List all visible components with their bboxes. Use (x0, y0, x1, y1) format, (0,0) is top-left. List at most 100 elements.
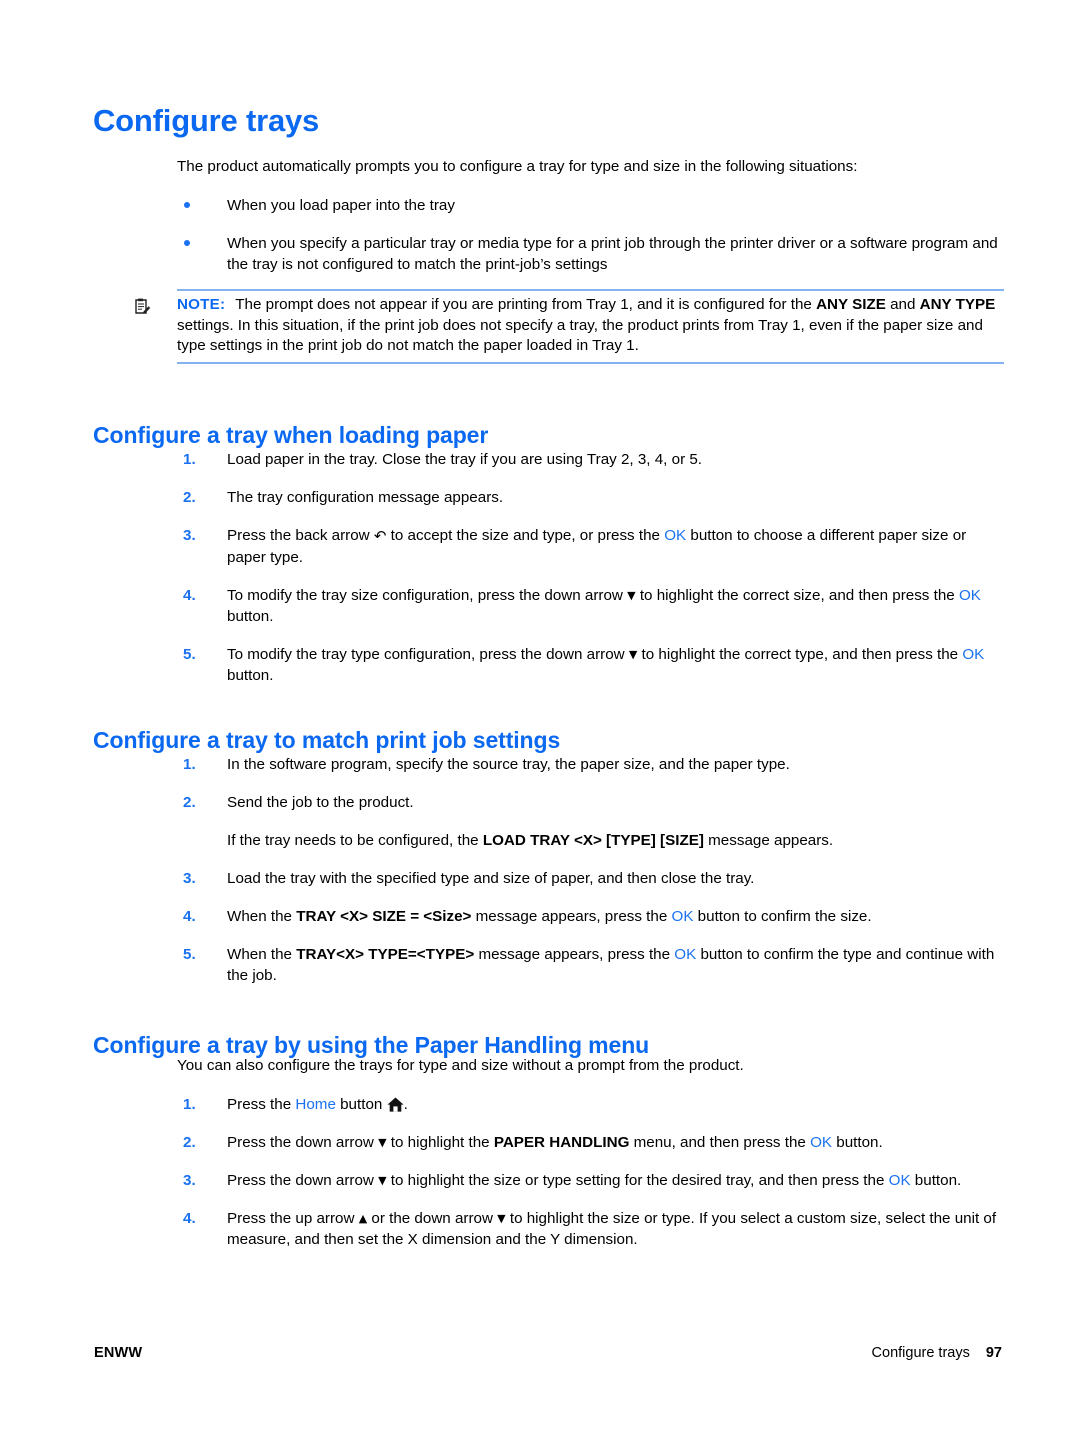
text-run: button (335, 1096, 387, 1113)
control-label-ok: OK (962, 646, 985, 663)
emphasis-text: TRAY<X> TYPE=<TYPE> (296, 946, 475, 963)
list-item: 4. To modify the tray size configuration,… (177, 585, 1004, 627)
control-label-ok: OK (664, 527, 687, 544)
bullet-dot-icon (184, 201, 190, 208)
text-run: to highlight the correct size, and then … (635, 587, 959, 604)
text-run: to highlight the size or type setting fo… (386, 1172, 889, 1189)
text-run: button. (227, 608, 274, 625)
text-run: Press the up arrow (227, 1210, 359, 1227)
note-callout: NOTE: The prompt does not appear if you a… (135, 289, 1004, 364)
note-rule-bottom (177, 361, 1004, 364)
list-item-number: 4. (183, 1210, 196, 1227)
control-label-home: Home (295, 1096, 336, 1113)
text-run: Press the down arrow (227, 1172, 379, 1189)
down-arrow-icon: ▼ (627, 589, 636, 602)
text-run: message appears. (703, 832, 834, 849)
list-item: 1. Load paper in the tray. Close the tray… (177, 449, 1004, 470)
list-item-number: 4. (183, 908, 196, 925)
list-item: 5. To modify the tray type configuration,… (177, 644, 1004, 686)
list-item-number: 3. (183, 527, 196, 544)
text-run: Load paper in the tray. Close the tray i… (227, 451, 703, 468)
list-item-number: 1. (183, 1096, 196, 1113)
note-text-3: settings. In this situation, if the prin… (177, 316, 983, 355)
note-body: NOTE: The prompt does not appear if you a… (135, 291, 1004, 362)
list-item-label: Press the back arrow ↶ to accept the siz… (227, 527, 966, 566)
list-item-number: 2. (183, 794, 196, 811)
text-run: Press the (227, 1096, 296, 1113)
list-item-number: 3. (183, 870, 196, 887)
steps-list-loading-paper: 1. Load paper in the tray. Close the tray… (177, 449, 1004, 686)
list-item-number: 1. (183, 756, 196, 773)
back-arrow-icon: ↶ (373, 527, 387, 545)
list-item-number: 2. (183, 489, 196, 506)
section-heading-match-print-job: Configure a tray to match print job sett… (93, 727, 561, 754)
control-label-ok: OK (958, 587, 981, 604)
text-run: button to confirm the size. (693, 908, 872, 925)
list-item-label: To modify the tray size configuration, p… (227, 587, 981, 625)
list-item-label: Load paper in the tray. Close the tray i… (227, 451, 702, 468)
up-arrow-icon: ▲ (358, 1212, 368, 1225)
section-heading-paper-handling-menu: Configure a tray by using the Paper Hand… (93, 1032, 650, 1059)
steps-list-paper-handling-menu: 1. Press the Home button . 2. Press the dow… (177, 1094, 1004, 1250)
control-label-ok: OK (810, 1134, 833, 1151)
list-item-label: Press the up arrow ▲ or the down arrow ▼… (227, 1210, 996, 1248)
text-run: In the software program, specify the sou… (227, 756, 790, 773)
text-run: button. (832, 1134, 883, 1151)
section-3-intro: You can also configure the trays for typ… (177, 1057, 744, 1074)
list-item-number: 3. (183, 1172, 196, 1189)
text-run: To modify the tray type configuration, p… (227, 646, 629, 663)
down-arrow-icon: ▼ (497, 1212, 506, 1225)
text-run: button. (910, 1172, 962, 1189)
list-item: 3. Press the down arrow ▼ to highlight th… (177, 1170, 1004, 1191)
list-item-label: Press the down arrow ▼ to highlight the … (227, 1172, 961, 1189)
intro-bullet-list: When you load paper into the tray When yo… (177, 195, 1004, 275)
text-run: to accept the size and type, or press th… (386, 527, 665, 544)
note-bold-any-type: ANY TYPE (919, 296, 996, 313)
text-run: menu, and then press the (629, 1134, 811, 1151)
list-item-number: 5. (183, 646, 196, 663)
list-item-number: 4. (183, 587, 196, 604)
list-item: 4. When the TRAY <X> SIZE = <Size> messag… (177, 906, 1004, 927)
text-run: or the down arrow (367, 1210, 498, 1227)
footer-right: Configure trays 97 (872, 1345, 1002, 1361)
list-item-label: When you load paper into the tray (227, 196, 455, 214)
list-item: 3. Load the tray with the specified type … (177, 868, 1004, 889)
list-item: 2. The tray configuration message appears… (177, 487, 1004, 508)
list-item-label: In the software program, specify the sou… (227, 756, 790, 773)
list-item: 3. Press the back arrow ↶ to accept the s… (177, 525, 1004, 568)
text-run: . (403, 1096, 408, 1113)
text-run: When the (227, 908, 297, 925)
text-run: Press the down arrow (227, 1134, 379, 1151)
text-run: Load the tray with the specified type an… (227, 870, 755, 887)
note-clipboard-icon (134, 298, 151, 317)
note-text-1: The prompt does not appear if you are pr… (235, 296, 817, 313)
note-label: NOTE: (177, 296, 226, 313)
list-item-label: The tray configuration message appears. (227, 489, 503, 506)
intro-paragraph: The product automatically prompts you to… (177, 158, 858, 175)
list-item-label: Send the job to the product. (227, 794, 414, 811)
text-run: When the (227, 946, 297, 963)
emphasis-text: PAPER HANDLING (493, 1134, 630, 1151)
text-run: Press the back arrow (227, 527, 374, 544)
text-run: message appears, press the (471, 908, 672, 925)
list-item: 2. Press the down arrow ▼ to highlight th… (177, 1132, 1004, 1153)
list-item-number: 1. (183, 451, 196, 468)
list-item-number: 2. (183, 1134, 196, 1151)
footer-page-number: 97 (985, 1345, 1002, 1361)
list-item-label: When you specify a particular tray or me… (227, 234, 998, 273)
emphasis-text: TRAY <X> SIZE = <Size> (296, 908, 472, 925)
bullet-dot-icon (184, 239, 190, 246)
emphasis-text: LOAD TRAY <X> [TYPE] [SIZE] (482, 832, 704, 849)
list-item: 5. When the TRAY<X> TYPE=<TYPE> message a… (177, 944, 1004, 986)
list-item: When you load paper into the tray (177, 195, 1004, 216)
steps-list-match-print-job: 1. In the software program, specify the s… (177, 754, 1004, 986)
down-arrow-icon: ▼ (378, 1136, 387, 1149)
list-item-label: When the TRAY<X> TYPE=<TYPE> message app… (227, 946, 994, 984)
list-item: 2. Send the job to the product. If the tra… (177, 792, 1004, 851)
control-label-ok: OK (674, 946, 697, 963)
text-run: Send the job to the product. (227, 794, 414, 811)
control-label-ok: OK (671, 908, 694, 925)
section-heading-loading-paper: Configure a tray when loading paper (93, 422, 489, 449)
list-item-continuation: If the tray needs to be configured, the … (227, 830, 1004, 851)
note-bold-any-size: ANY SIZE (816, 296, 886, 313)
